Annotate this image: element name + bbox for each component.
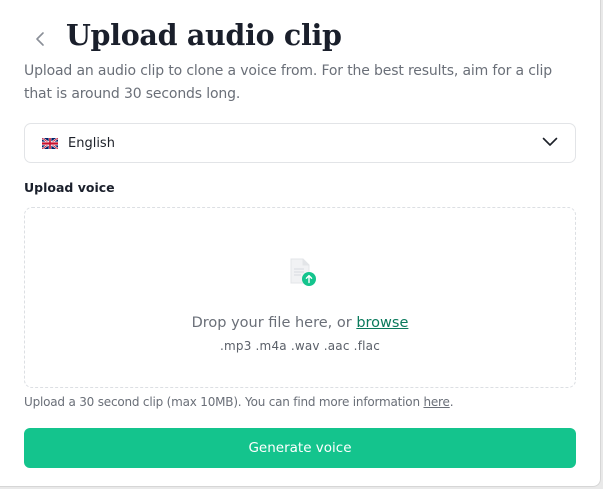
browse-link[interactable]: browse: [356, 315, 408, 331]
accepted-formats: .mp3 .m4a .wav .aac .flac: [219, 339, 381, 353]
language-select[interactable]: English: [24, 123, 576, 163]
page-subtitle: Upload an audio clip to clone a voice fr…: [24, 63, 553, 102]
drop-instructions: Drop your file here, or browse: [25, 315, 575, 331]
language-selected-label: English: [68, 135, 115, 151]
page-title: Upload audio clip: [66, 18, 342, 52]
upload-note-suffix: .: [449, 395, 454, 409]
back-button[interactable]: [28, 28, 52, 50]
uk-flag-icon: [42, 137, 58, 149]
file-dropzone[interactable]: Drop your file here, or browse .mp3 .m4a…: [24, 207, 576, 388]
drop-prefix: Drop your file here, or: [191, 315, 357, 331]
upload-note: Upload a 30 second clip (max 10MB). You …: [24, 395, 454, 409]
chevron-left-icon: [36, 32, 44, 46]
generate-voice-button[interactable]: Generate voice: [24, 428, 576, 468]
upload-audio-modal: Upload audio clip Upload an audio clip t…: [0, 0, 601, 487]
upload-voice-label: Upload voice: [24, 180, 115, 195]
more-info-link[interactable]: here: [423, 395, 449, 409]
file-upload-icon: [290, 258, 316, 286]
upload-note-text: Upload a 30 second clip (max 10MB). You …: [24, 395, 424, 409]
chevron-down-icon: [542, 137, 558, 146]
